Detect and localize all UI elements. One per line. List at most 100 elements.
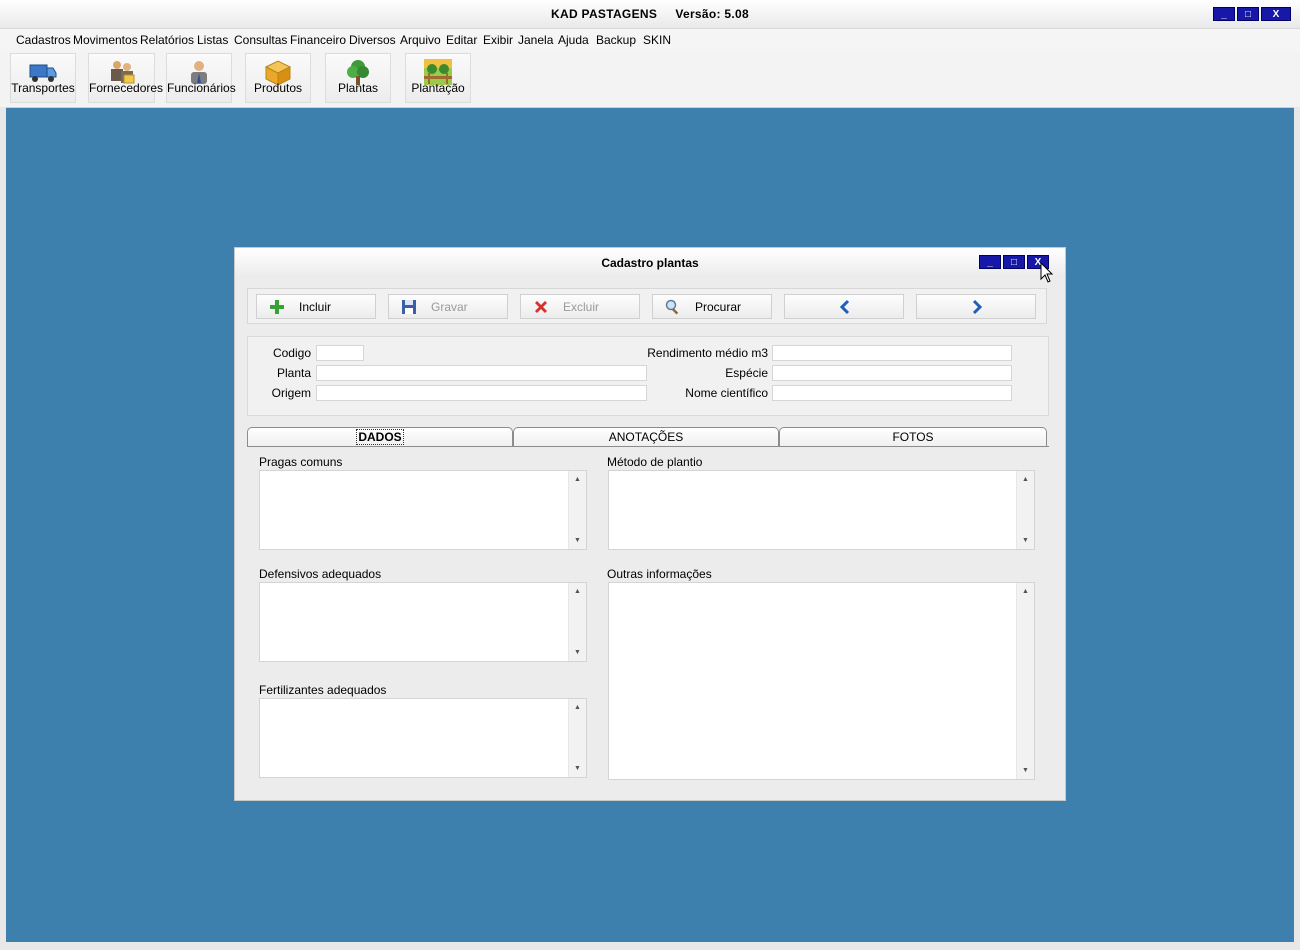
main-toolbar: Transportes Fornecedores Funcionários Pr…: [0, 51, 1300, 108]
app-close-button[interactable]: X: [1261, 7, 1291, 21]
scroll-up-icon[interactable]: ▲: [1022, 476, 1029, 483]
scroll-down-icon[interactable]: ▼: [1022, 537, 1029, 544]
excluir-label: Excluir: [563, 300, 600, 314]
nome-cientifico-field[interactable]: [772, 385, 1012, 401]
fertilizantes-scrollbar[interactable]: ▲ ▼: [568, 699, 586, 777]
menu-ajuda[interactable]: Ajuda: [558, 33, 589, 47]
pragas-label: Pragas comuns: [259, 455, 343, 469]
menu-janela[interactable]: Janela: [518, 33, 553, 47]
codigo-label: Codigo: [272, 346, 311, 360]
tab-dados[interactable]: DADOS: [247, 427, 513, 446]
app-version: Versão: 5.08: [675, 7, 749, 21]
toolbar-label: Produtos: [253, 81, 303, 95]
nome-cientifico-label: Nome científico: [685, 386, 768, 400]
fertilizantes-memo[interactable]: ▲ ▼: [259, 698, 587, 778]
toolbar-fornecedores-button[interactable]: Fornecedores: [88, 53, 163, 103]
tab-strip: DADOS ANOTAÇÕES FOTOS: [247, 427, 1049, 447]
incluir-label: Incluir: [299, 300, 332, 314]
excluir-button[interactable]: Excluir: [520, 294, 640, 319]
scroll-up-icon[interactable]: ▲: [574, 476, 581, 483]
main-window: KAD PASTAGENS Versão: 5.08 _ □ X Cadastr…: [0, 0, 1300, 950]
menu-consultas[interactable]: Consultas: [234, 33, 287, 47]
rendimento-label: Rendimento médio m3: [647, 346, 768, 360]
scroll-down-icon[interactable]: ▼: [1022, 767, 1029, 774]
scroll-up-icon[interactable]: ▲: [574, 588, 581, 595]
defensivos-memo[interactable]: ▲ ▼: [259, 582, 587, 662]
menu-exibir[interactable]: Exibir: [483, 33, 513, 47]
menu-backup[interactable]: Backup: [596, 33, 636, 47]
menu-bar: Cadastros Movimentos Relatórios Listas C…: [0, 29, 1300, 51]
origem-field[interactable]: [316, 385, 647, 401]
gravar-button[interactable]: Gravar: [388, 294, 508, 319]
gravar-label: Gravar: [431, 300, 468, 314]
chevron-right-icon: [972, 299, 983, 315]
defensivos-label: Defensivos adequados: [259, 567, 382, 581]
tab-dados-label: DADOS: [356, 429, 404, 445]
app-titlebar[interactable]: KAD PASTAGENS Versão: 5.08 _ □ X: [0, 0, 1300, 29]
plus-icon: [270, 300, 284, 314]
fertilizantes-label: Fertilizantes adequados: [259, 683, 387, 697]
dialog-minimize-button[interactable]: _: [979, 255, 1001, 269]
pragas-memo[interactable]: ▲ ▼: [259, 470, 587, 550]
especie-field[interactable]: [772, 365, 1012, 381]
menu-diversos[interactable]: Diversos: [349, 33, 396, 47]
metodo-label: Método de plantio: [607, 455, 703, 469]
fields-panel: Codigo Planta Origem Rendimento médio m3…: [247, 336, 1049, 416]
menu-cadastros[interactable]: Cadastros: [16, 33, 71, 47]
menu-arquivo[interactable]: Arquivo: [400, 33, 441, 47]
outras-label: Outras informações: [607, 567, 712, 581]
toolbar-transportes-button[interactable]: Transportes: [10, 53, 76, 103]
especie-label: Espécie: [725, 366, 768, 380]
toolbar-label: Plantas: [337, 81, 379, 95]
menu-editar[interactable]: Editar: [446, 33, 477, 47]
outras-memo[interactable]: ▲ ▼: [608, 582, 1035, 780]
menu-skin[interactable]: SKIN: [643, 33, 671, 47]
app-window-controls: _ □ X: [1213, 7, 1291, 21]
procurar-button[interactable]: Procurar: [652, 294, 772, 319]
scroll-down-icon[interactable]: ▼: [574, 537, 581, 544]
outras-scrollbar[interactable]: ▲ ▼: [1016, 583, 1034, 779]
toolbar-plantas-button[interactable]: Plantas: [325, 53, 391, 103]
delete-icon: [535, 301, 547, 313]
defensivos-scrollbar[interactable]: ▲ ▼: [568, 583, 586, 661]
rendimento-field[interactable]: [772, 345, 1012, 361]
menu-listas[interactable]: Listas: [197, 33, 228, 47]
scroll-down-icon[interactable]: ▼: [574, 649, 581, 656]
toolbar-plantacao-button[interactable]: Plantação: [405, 53, 471, 103]
save-icon: [402, 300, 416, 314]
tab-fotos-label: FOTOS: [892, 430, 934, 444]
action-bar: Incluir Gravar Excluir Procurar: [247, 288, 1047, 324]
app-maximize-button[interactable]: □: [1237, 7, 1259, 21]
menu-relatorios[interactable]: Relatórios: [140, 33, 194, 47]
dialog-title: Cadastro plantas: [601, 256, 699, 270]
window-border-right: [1294, 107, 1300, 950]
tab-anotacoes-label: ANOTAÇÕES: [608, 430, 684, 444]
toolbar-funcionarios-button[interactable]: Funcionários: [166, 53, 236, 103]
chevron-left-icon: [839, 299, 850, 315]
dialog-window-controls: _ □ X: [979, 255, 1049, 269]
cadastro-plantas-dialog: Cadastro plantas _ □ X Incluir Gravar Ex…: [234, 247, 1066, 801]
toolbar-label: Transportes: [11, 81, 75, 95]
window-border-bottom: [0, 942, 1300, 950]
metodo-scrollbar[interactable]: ▲ ▼: [1016, 471, 1034, 549]
origem-label: Origem: [271, 386, 311, 400]
tab-fotos[interactable]: FOTOS: [779, 427, 1047, 446]
dialog-maximize-button[interactable]: □: [1003, 255, 1025, 269]
menu-financeiro[interactable]: Financeiro: [290, 33, 346, 47]
incluir-button[interactable]: Incluir: [256, 294, 376, 319]
codigo-field[interactable]: [316, 345, 364, 361]
pragas-scrollbar[interactable]: ▲ ▼: [568, 471, 586, 549]
toolbar-produtos-button[interactable]: Produtos: [245, 53, 311, 103]
metodo-memo[interactable]: ▲ ▼: [608, 470, 1035, 550]
previous-record-button[interactable]: [784, 294, 904, 319]
tab-anotacoes[interactable]: ANOTAÇÕES: [513, 427, 779, 446]
dialog-titlebar[interactable]: Cadastro plantas _ □ X: [235, 248, 1065, 283]
next-record-button[interactable]: [916, 294, 1036, 319]
planta-field[interactable]: [316, 365, 647, 381]
scroll-up-icon[interactable]: ▲: [1022, 588, 1029, 595]
scroll-up-icon[interactable]: ▲: [574, 704, 581, 711]
toolbar-label: Funcionários: [167, 81, 236, 95]
app-minimize-button[interactable]: _: [1213, 7, 1235, 21]
scroll-down-icon[interactable]: ▼: [574, 765, 581, 772]
menu-movimentos[interactable]: Movimentos: [73, 33, 138, 47]
